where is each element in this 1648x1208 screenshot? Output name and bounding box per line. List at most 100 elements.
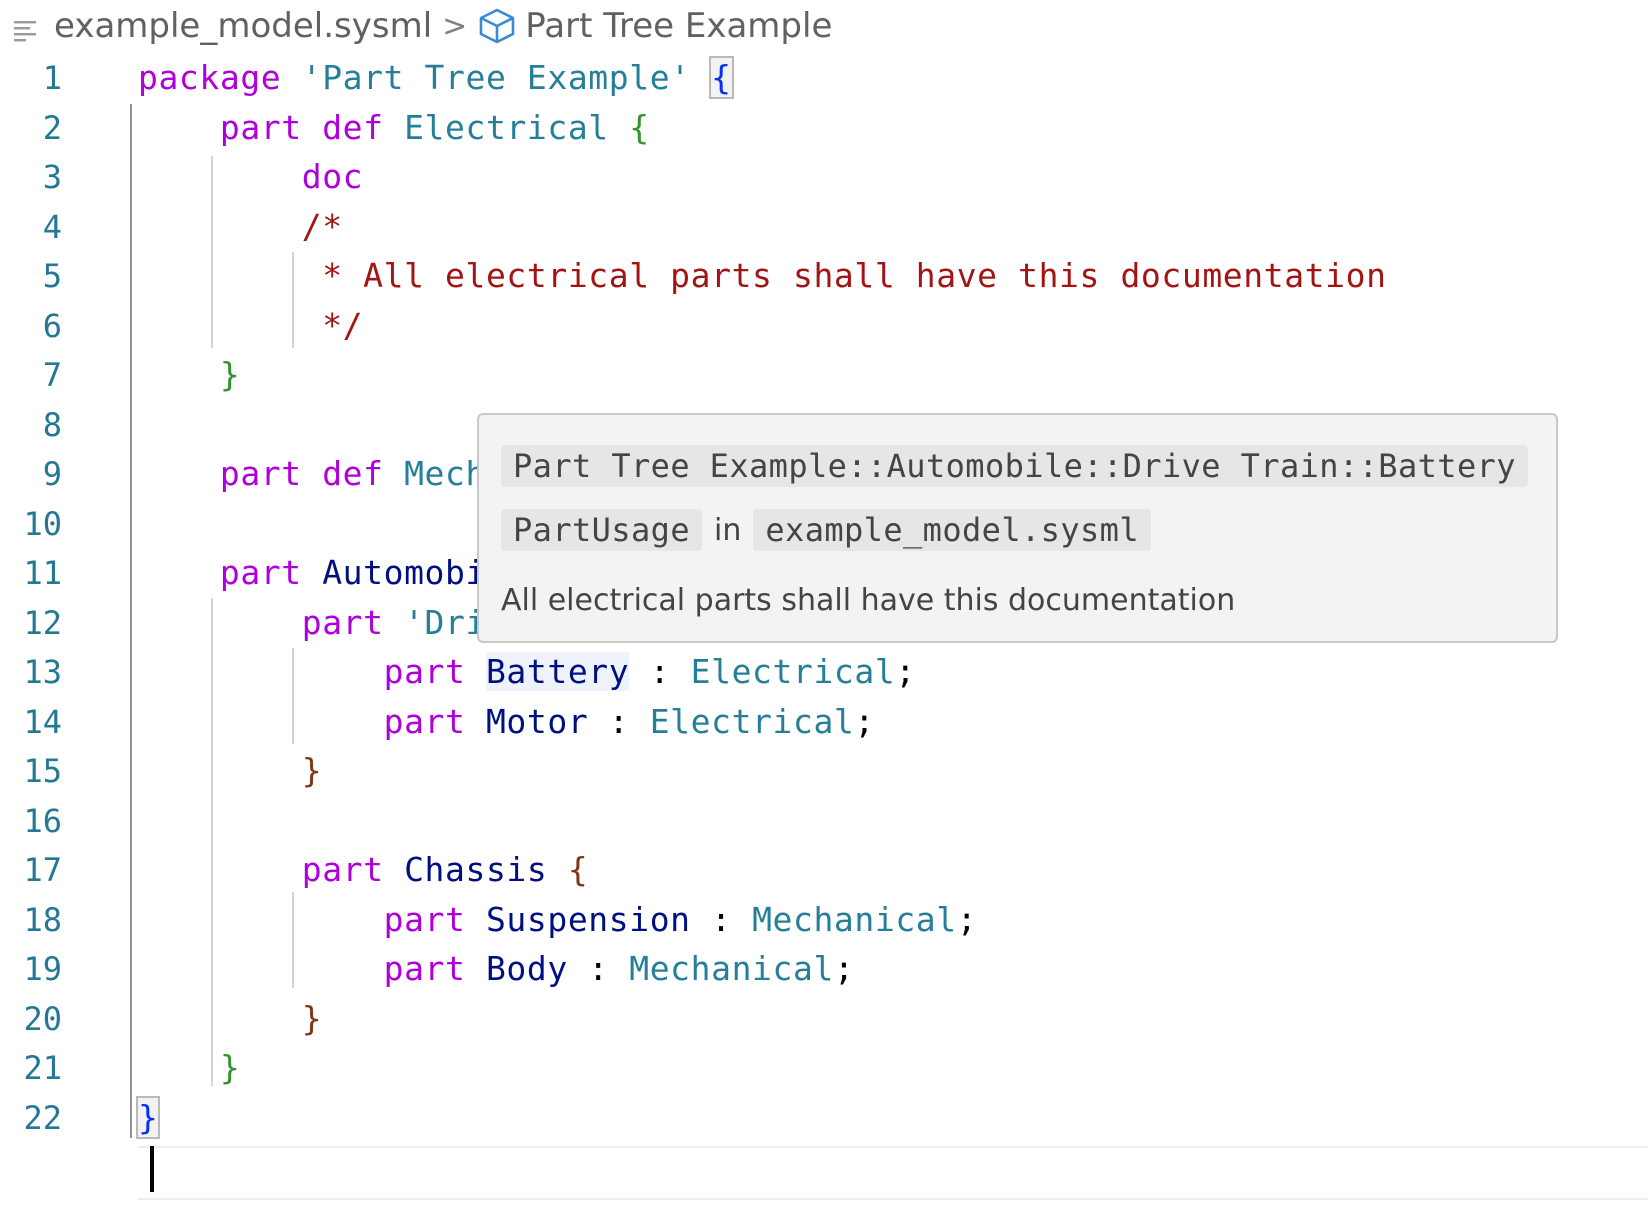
- hover-documentation: All electrical parts shall have this doc…: [501, 583, 1236, 618]
- punctuation-token: [138, 900, 384, 939]
- line-number: 16: [23, 801, 62, 840]
- punctuation-token: [466, 900, 486, 939]
- punctuation-token: [609, 108, 629, 147]
- punctuation-token: :: [629, 652, 691, 691]
- code-line[interactable]: 15 }: [0, 745, 1648, 797]
- line-number: 13: [23, 653, 62, 691]
- hover-qualified-name: Part Tree Example::Automobile::Drive Tra…: [501, 445, 1528, 487]
- code-line[interactable]: 20 }: [0, 993, 1648, 1045]
- keyword-token: part: [383, 949, 466, 988]
- line-number: 5: [42, 257, 62, 295]
- line-code: part def Electrical {: [138, 102, 650, 154]
- punctuation-token: [138, 306, 322, 345]
- code-line[interactable]: 3 doc: [0, 151, 1648, 203]
- identifier-token: Suspension: [485, 899, 691, 939]
- code-line[interactable]: 7 }: [0, 349, 1648, 401]
- punctuation-token: [302, 553, 322, 592]
- punctuation-token: [384, 108, 404, 147]
- line-code: * All electrical parts shall have this d…: [138, 250, 1387, 302]
- punctuation-token: [138, 751, 302, 790]
- keyword-token: part: [383, 899, 466, 939]
- lines-icon: [14, 13, 40, 42]
- keyword-token: def: [322, 454, 384, 493]
- line-number: 7: [42, 356, 62, 394]
- line-code: part Body : Mechanical;: [138, 943, 854, 995]
- code-line[interactable]: 4 /*: [0, 201, 1648, 253]
- code-line[interactable]: 5 * All electrical parts shall have this…: [0, 250, 1648, 302]
- line-number: 6: [42, 306, 62, 345]
- type-token: Mechanical: [629, 949, 834, 988]
- code-line[interactable]: 13 part Battery : Electrical;: [0, 646, 1648, 698]
- line-code: part Motor : Electrical;: [138, 696, 875, 748]
- punctuation-token: [384, 850, 404, 889]
- punctuation-token: :: [567, 949, 630, 988]
- type-token: Mechanical: [752, 899, 957, 939]
- indent-guide: [211, 156, 213, 348]
- line-number: 3: [42, 158, 62, 196]
- code-line[interactable]: 21 }: [0, 1042, 1648, 1094]
- keyword-token: part: [219, 454, 302, 493]
- keyword-token: part: [301, 850, 384, 889]
- hover-file: example_model.sysml: [753, 509, 1152, 551]
- string-token: 'Part Tree Example': [301, 58, 691, 97]
- breadcrumb-separator: >: [442, 8, 468, 44]
- punctuation-token: [138, 256, 322, 295]
- punctuation-token: [138, 553, 220, 592]
- punctuation-token: [547, 850, 567, 889]
- punctuation-token: [138, 702, 384, 741]
- code-line[interactable]: 18 part Suspension : Mechanical;: [0, 894, 1648, 946]
- indent-guide: [292, 892, 294, 988]
- keyword-token: def: [322, 107, 384, 147]
- code-line[interactable]: 6 */: [0, 300, 1648, 352]
- code-line[interactable]: 1 package 'Part Tree Example' {: [0, 52, 1648, 104]
- bracket-token: }: [301, 751, 323, 790]
- breadcrumb-file[interactable]: example_model.sysml: [54, 6, 432, 46]
- line-number: 1: [42, 59, 62, 97]
- line-code: part Chassis {: [138, 844, 588, 896]
- punctuation-token: ;: [854, 701, 875, 741]
- punctuation-token: [384, 454, 404, 493]
- line-number: 11: [23, 554, 62, 592]
- hover-tooltip: Part Tree Example::Automobile::Drive Tra…: [477, 413, 1558, 643]
- line-code: }: [138, 745, 322, 797]
- punctuation-token: [281, 58, 301, 97]
- identifier-token: Motor: [485, 701, 589, 741]
- code-line[interactable]: 22}: [0, 1092, 1648, 1144]
- punctuation-token: [138, 1048, 220, 1087]
- line-code: }: [135, 1092, 161, 1144]
- identifier-token: Battery: [485, 652, 630, 691]
- type-token: Mech: [404, 454, 486, 493]
- code-line[interactable]: 19 part Body : Mechanical;: [0, 943, 1648, 995]
- punctuation-token: [138, 207, 302, 246]
- breadcrumb-symbol[interactable]: Part Tree Example: [525, 6, 832, 46]
- keyword-token: part: [383, 701, 466, 741]
- line-number: 15: [23, 752, 62, 790]
- punctuation-token: [138, 108, 220, 147]
- identifier-token: Automobi: [322, 553, 486, 592]
- code-line[interactable]: 16: [0, 795, 1648, 847]
- line-number: 21: [23, 1049, 62, 1087]
- code-line[interactable]: 17 part Chassis {: [0, 844, 1648, 896]
- punctuation-token: :: [690, 899, 753, 939]
- punctuation-token: [138, 949, 384, 988]
- punctuation-token: [138, 850, 302, 889]
- line-code: part 'Dri: [138, 597, 486, 649]
- line-number: 10: [23, 504, 62, 543]
- identifier-token: Body: [485, 949, 568, 988]
- punctuation-token: [138, 603, 302, 642]
- identifier-token: Chassis: [404, 850, 548, 889]
- bracket-token: }: [301, 998, 323, 1038]
- code-line[interactable]: 14 part Motor : Electrical;: [0, 696, 1648, 748]
- bracket-token: {: [629, 107, 650, 147]
- comment-token: */: [322, 305, 364, 345]
- line-number: 19: [23, 950, 62, 988]
- code-line[interactable]: 2 part def Electrical {: [0, 102, 1648, 154]
- bracket-token: }: [135, 1095, 161, 1139]
- line-number: 12: [23, 603, 62, 642]
- punctuation-token: [138, 999, 302, 1038]
- text-cursor: [150, 1146, 154, 1192]
- line-code: /*: [138, 201, 343, 253]
- punctuation-token: [384, 603, 404, 642]
- line-code: }: [138, 1042, 240, 1094]
- line-number: 22: [23, 1098, 62, 1137]
